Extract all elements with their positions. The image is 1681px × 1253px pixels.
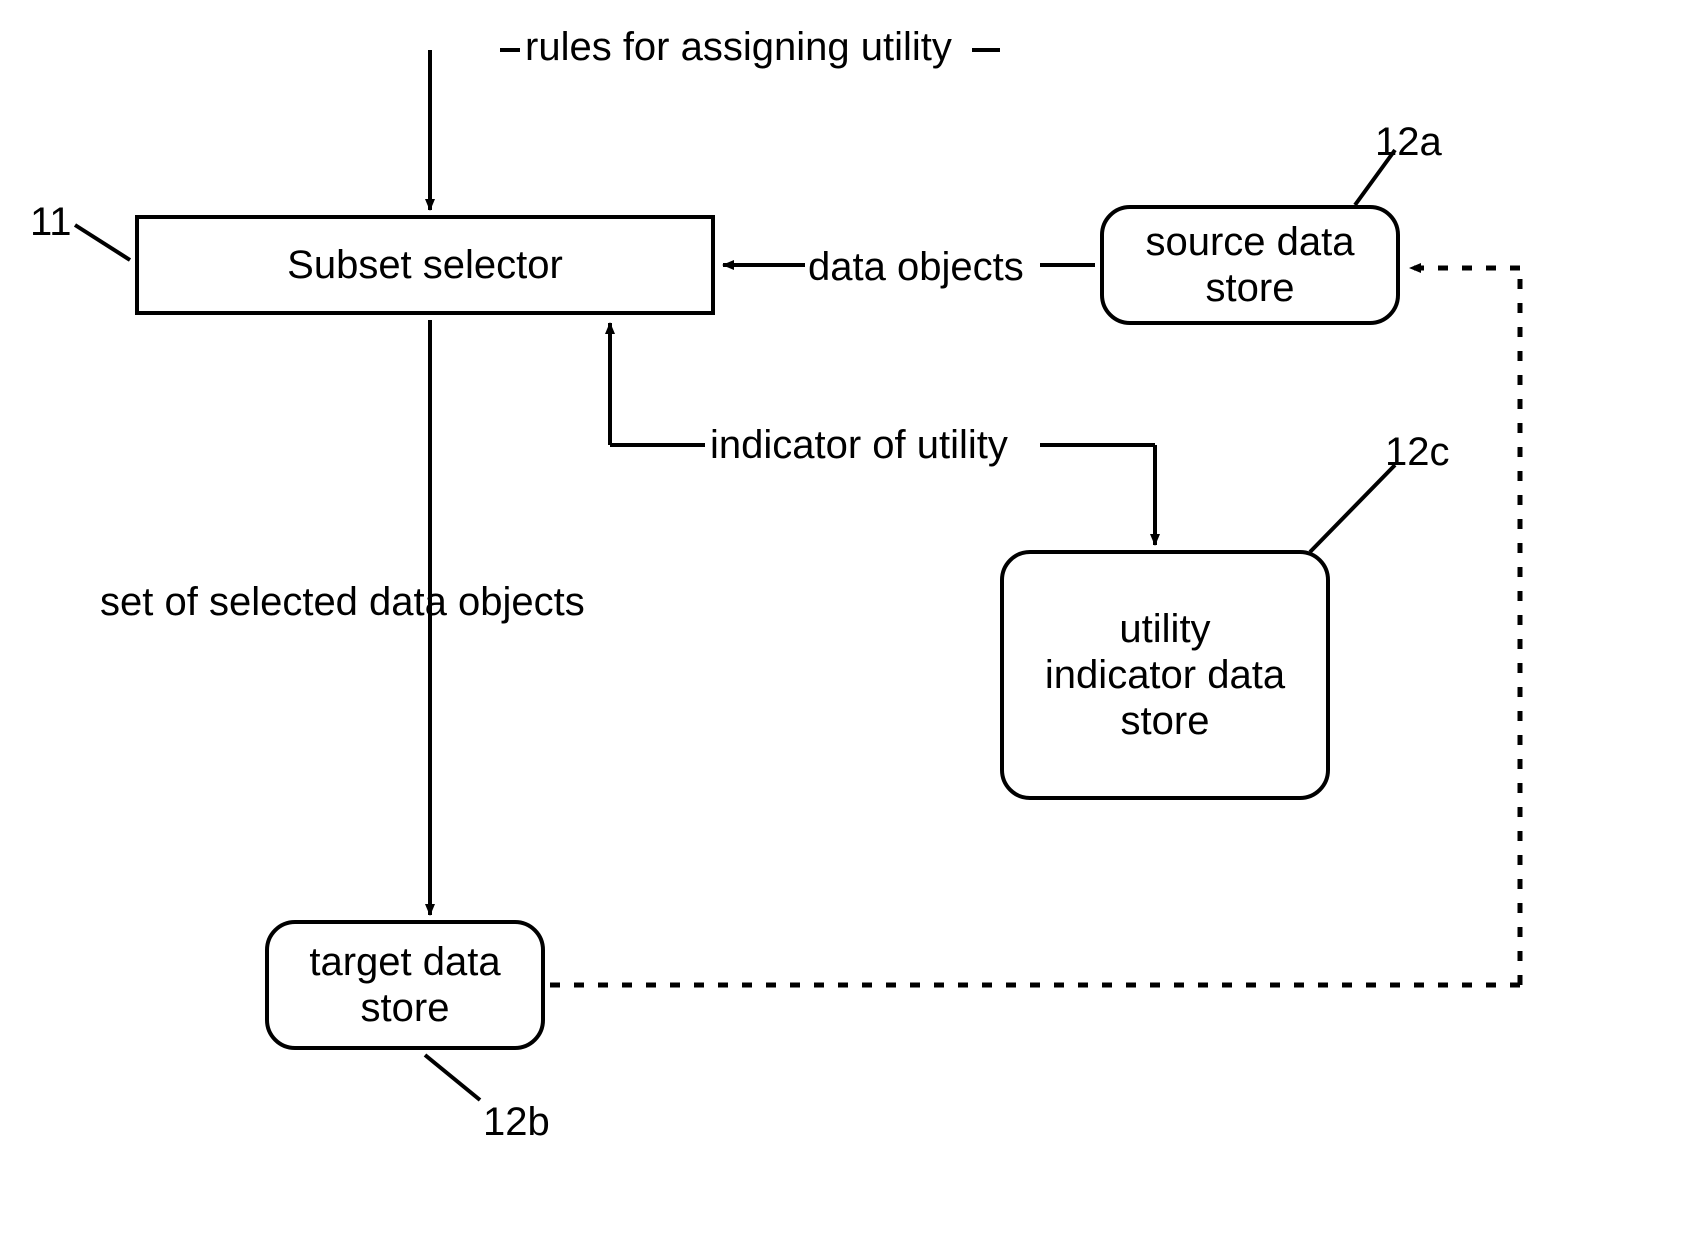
connectors-svg [0, 0, 1681, 1253]
subset-selector-text: Subset selector [287, 242, 563, 288]
rules-assigning-label: rules for assigning utility [525, 25, 952, 70]
diagram-canvas: Subset selector source data store utilit… [0, 0, 1681, 1253]
ref-11: 11 [30, 200, 72, 245]
ref-12a: 12a [1375, 120, 1442, 165]
ref-12c: 12c [1385, 430, 1450, 475]
utility-indicator-text: utility indicator data store [1045, 606, 1285, 744]
target-data-store-text: target data store [309, 939, 500, 1031]
source-data-store-box: source data store [1100, 205, 1400, 325]
set-selected-label: set of selected data objects [100, 580, 585, 625]
subset-selector-box: Subset selector [135, 215, 715, 315]
data-objects-label: data objects [808, 245, 1024, 290]
ref-12b: 12b [483, 1100, 550, 1145]
indicator-of-utility-label: indicator of utility [710, 423, 1008, 468]
utility-indicator-box: utility indicator data store [1000, 550, 1330, 800]
target-data-store-box: target data store [265, 920, 545, 1050]
source-data-store-text: source data store [1145, 219, 1354, 311]
